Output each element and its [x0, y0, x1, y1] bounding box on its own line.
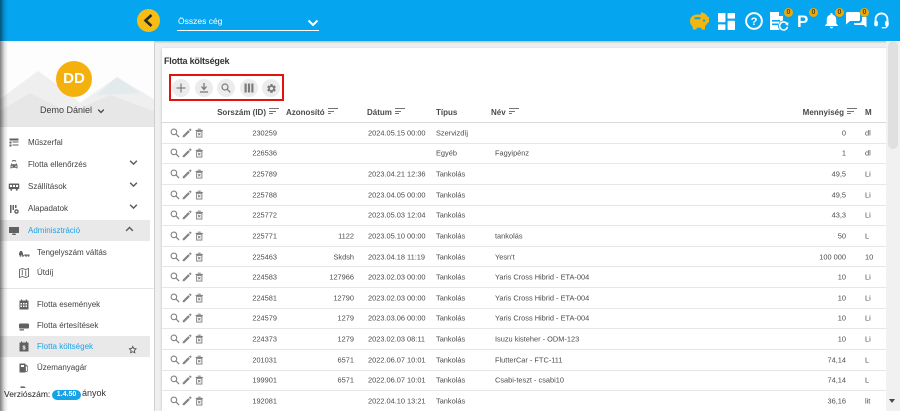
svg-text:?: ? [751, 16, 758, 28]
svg-text:$: $ [22, 345, 25, 351]
